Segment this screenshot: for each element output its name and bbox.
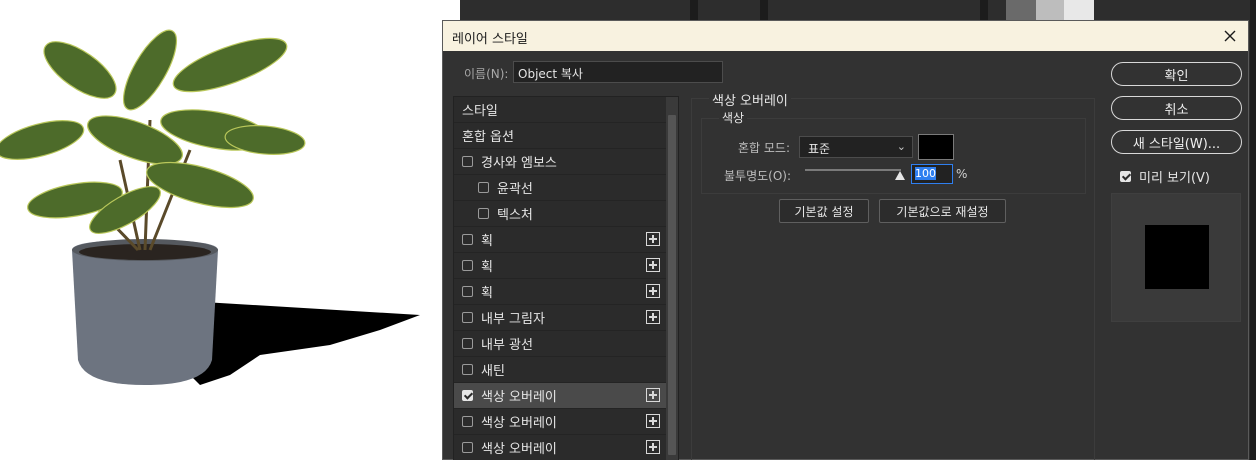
canvas-image (0, 0, 460, 460)
opacity-input[interactable]: 100 (911, 164, 953, 184)
checkbox-icon[interactable] (462, 338, 473, 349)
blend-mode-select[interactable]: 표준 ⌄ (799, 136, 913, 158)
preview-checkbox[interactable]: 미리 보기(V) (1120, 167, 1210, 186)
style-item-label: 윤곽선 (497, 182, 533, 197)
style-item-label: 획 (481, 260, 493, 275)
opacity-value: 100 (915, 167, 936, 180)
dialog-titlebar: 레이어 스타일 (443, 21, 1248, 51)
checkbox-icon[interactable] (462, 286, 473, 297)
style-item[interactable]: 경사와 엠보스 (454, 149, 666, 175)
checkbox-icon[interactable] (462, 364, 473, 375)
section-title: 색상 오버레이 (709, 90, 791, 109)
style-list: 스타일 혼합 옵션 경사와 엠보스 윤곽선 텍스처 획 획 획 내부 그림자 내부 광선 새틴 색상 … (453, 96, 679, 460)
chevron-down-icon: ⌄ (896, 140, 906, 153)
add-icon[interactable] (646, 440, 660, 454)
add-icon[interactable] (646, 258, 660, 272)
add-icon[interactable] (646, 388, 660, 402)
style-item-label: 내부 그림자 (481, 312, 545, 327)
checkbox-icon[interactable] (1120, 171, 1131, 182)
preview-thumbnail (1111, 193, 1241, 322)
style-item[interactable]: 내부 광선 (454, 331, 666, 357)
make-default-button[interactable]: 기본값 설정 (779, 199, 869, 223)
checkbox-icon[interactable] (462, 312, 473, 323)
color-swatch[interactable] (918, 134, 954, 160)
style-item[interactable]: 내부 그림자 (454, 305, 666, 331)
preview-label: 미리 보기(V) (1139, 171, 1211, 186)
checkbox-icon[interactable] (462, 442, 473, 453)
style-item-label: 경사와 엠보스 (481, 156, 557, 171)
style-item-label: 색상 오버레이 (481, 416, 557, 431)
style-item[interactable]: 스타일 (454, 97, 666, 123)
style-item-label: 스타일 (462, 104, 498, 119)
add-icon[interactable] (646, 310, 660, 324)
close-icon[interactable] (1220, 26, 1240, 46)
style-item-label: 획 (481, 286, 493, 301)
checkbox-icon[interactable] (462, 416, 473, 427)
new-style-button[interactable]: 새 스타일(W)... (1111, 130, 1242, 154)
style-item[interactable]: 텍스처 (454, 201, 666, 227)
dialog-title: 레이어 스타일 (452, 32, 528, 47)
style-item[interactable]: 색상 오버레이 (454, 383, 666, 409)
workspace-edge (1250, 0, 1256, 460)
opacity-unit: % (956, 167, 968, 181)
layer-style-dialog: 레이어 스타일 이름(N): Object 복사 스타일 혼합 옵션 경사와 엠보스… (442, 20, 1249, 460)
add-icon[interactable] (646, 414, 660, 428)
style-item-label: 색상 오버레이 (481, 442, 557, 457)
plant-image (0, 29, 420, 385)
opacity-slider[interactable] (805, 169, 901, 171)
style-item-label: 획 (481, 234, 493, 249)
style-item-label: 색상 오버레이 (481, 390, 557, 405)
add-icon[interactable] (646, 232, 660, 246)
style-item-label: 텍스처 (497, 208, 533, 223)
style-item-label: 혼합 옵션 (462, 130, 514, 145)
style-list-scrollbar[interactable] (666, 97, 678, 460)
style-item[interactable]: 획 (454, 279, 666, 305)
checkbox-icon[interactable] (462, 390, 473, 401)
style-item[interactable]: 새틴 (454, 357, 666, 383)
style-item[interactable]: 획 (454, 253, 666, 279)
style-item[interactable]: 윤곽선 (454, 175, 666, 201)
checkbox-icon[interactable] (462, 260, 473, 271)
blend-mode-value: 표준 (808, 142, 831, 156)
color-group-title: 색상 (719, 109, 748, 126)
reset-to-default-button[interactable]: 기본값으로 재설정 (879, 199, 1006, 223)
style-item-label: 새틴 (481, 364, 505, 379)
cancel-button[interactable]: 취소 (1111, 96, 1242, 120)
style-item[interactable]: 색상 오버레이 (454, 409, 666, 435)
checkbox-icon[interactable] (462, 234, 473, 245)
style-item-label: 내부 광선 (481, 338, 533, 353)
checkbox-icon[interactable] (478, 182, 489, 193)
checkbox-icon[interactable] (462, 156, 473, 167)
style-item[interactable]: 획 (454, 227, 666, 253)
style-item[interactable]: 혼합 옵션 (454, 123, 666, 149)
preview-swatch (1145, 225, 1209, 289)
add-icon[interactable] (646, 284, 660, 298)
ok-button[interactable]: 확인 (1111, 62, 1242, 86)
blend-mode-label: 혼합 모드: (738, 141, 791, 155)
style-item[interactable]: 색상 오버레이 (454, 435, 666, 460)
checkbox-icon[interactable] (478, 208, 489, 219)
opacity-slider-knob[interactable] (895, 171, 905, 180)
opacity-label: 불투명도(O): (724, 169, 792, 183)
name-field[interactable]: Object 복사 (513, 61, 723, 83)
